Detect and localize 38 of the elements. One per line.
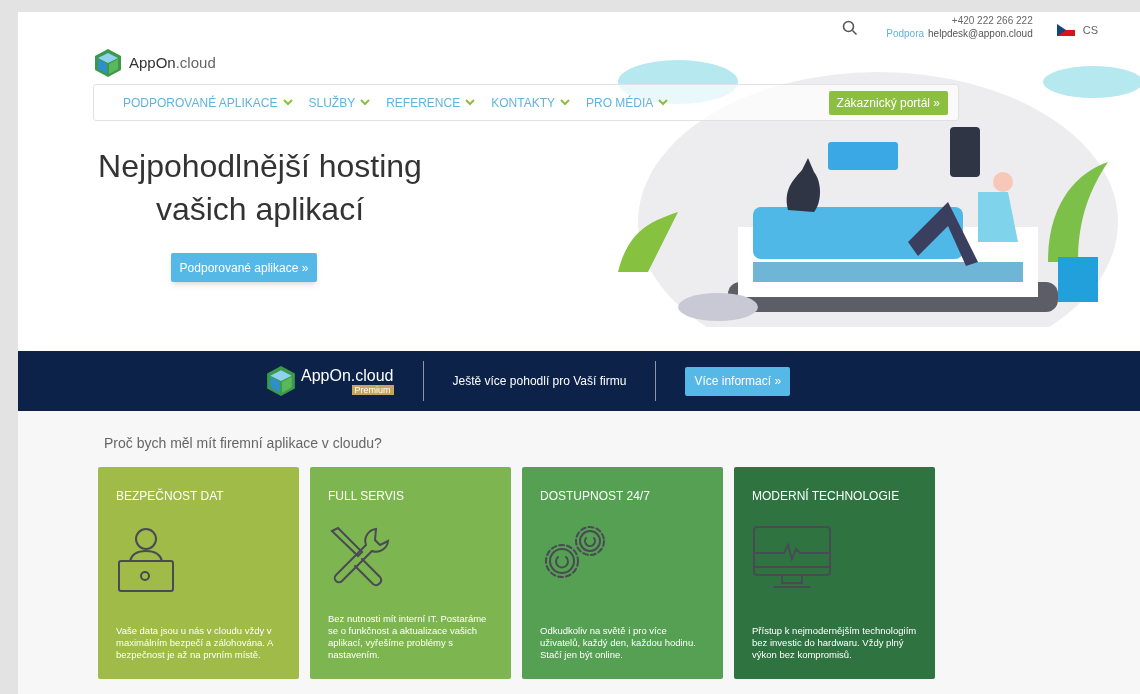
customer-portal-button[interactable]: Zákaznický portál » [828, 90, 948, 115]
card-title: MODERNÍ TECHNOLOGIE [752, 487, 901, 505]
card-title: DOSTUPNOST 24/7 [540, 488, 651, 505]
chevron-down-icon [465, 99, 476, 106]
person-laptop-icon [116, 525, 176, 593]
search-icon[interactable] [842, 20, 859, 36]
premium-badge: Premium [351, 385, 394, 395]
phone-number: +420 222 266 222 [951, 14, 1033, 27]
card-description: Přístup k nejmodernějším technologiím bez investic do hardwaru. Vždy plný výkon bez kompromisů. [752, 625, 917, 661]
supported-apps-button[interactable]: Podporované aplikace » [170, 253, 318, 282]
premium-logo-icon [265, 365, 297, 397]
banner-text: Ještě více pohodlí pro Vaší firmu [452, 373, 627, 390]
nav-menu-item[interactable]: SLUŽBY [308, 93, 371, 112]
chevron-down-icon [282, 99, 293, 106]
chevron-down-icon [658, 99, 669, 106]
nav-menu-item[interactable]: PODPOROVANÉ APLIKACE [123, 93, 293, 112]
hero-title: Nejpohodlnější hosting vašich aplikací [98, 147, 422, 229]
card-title: FULL SERVIS [328, 488, 406, 505]
nav-menu-item[interactable]: KONTAKTY [491, 93, 570, 112]
chevron-down-icon [360, 99, 371, 106]
card-description: Bez nutnosti mít interní IT. Postaráme se o funkčnost a aktualizace vašich aplikací, vyřešíme problémy s nastavením. [328, 613, 488, 661]
logo-text[interactable]: AppOn.cloud [129, 51, 216, 75]
card-description: Odkudkoliv na světě i pro více uživatelů, každý den, každou hodinu. Stačí jen být online. [540, 625, 697, 661]
premium-logo-text: AppOn.cloud [301, 367, 394, 385]
wrench-screwdriver-icon [328, 525, 392, 589]
card-title: BEZPEČNOST DAT [116, 487, 225, 505]
support-email-link[interactable]: helpdesk@appon.cloud [928, 27, 1033, 40]
flag-icon [1056, 24, 1075, 37]
card-description: Vaše data jsou u nás v cloudu vždy v maximálním bezpečí a zálohována. A bezpečnost je až na prvním místě. [116, 625, 274, 661]
section-question: Proč bych měl mít firemní aplikace v cloudu? [104, 434, 383, 453]
nav-menu-item[interactable]: REFERENCE [386, 93, 476, 112]
nav-menu-item[interactable]: PRO MÉDIA [586, 93, 669, 112]
language-selector[interactable]: CS [1082, 22, 1098, 39]
more-info-button[interactable]: Více informací » [685, 366, 791, 396]
chevron-down-icon [560, 99, 570, 106]
support-label: Podpora [886, 27, 925, 40]
logo-icon [93, 48, 123, 78]
monitor-icon [752, 525, 832, 591]
